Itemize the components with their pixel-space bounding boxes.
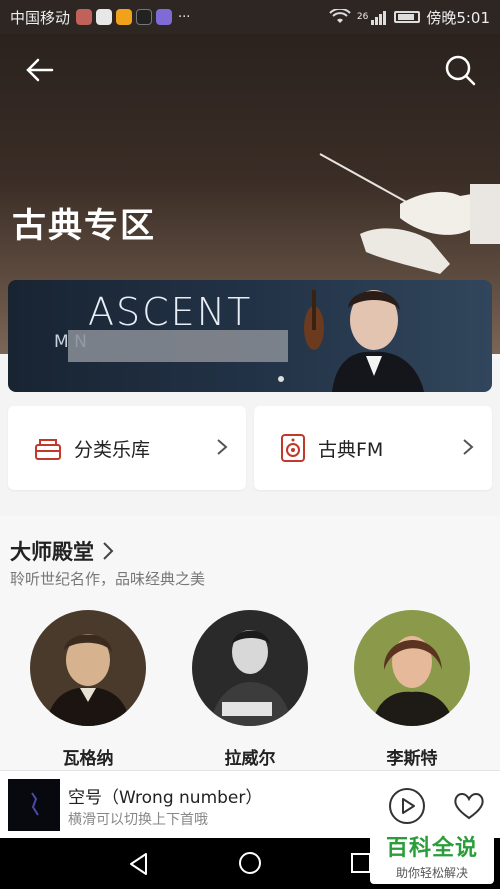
watermark-subtitle: 助你轻松解决 bbox=[395, 866, 468, 880]
master-name: 拉威尔 bbox=[224, 749, 276, 769]
section-title-text: 大师殿堂 bbox=[10, 540, 94, 564]
heart-icon[interactable] bbox=[452, 789, 486, 823]
album-banner[interactable]: ASCENT M N bbox=[8, 280, 492, 392]
watermark: 百科全说 助你轻松解决 bbox=[370, 826, 494, 884]
album-cover-art bbox=[31, 792, 39, 816]
category-library-button[interactable]: 分类乐库 bbox=[8, 406, 246, 490]
battery-icon bbox=[394, 11, 421, 23]
nav-home-icon[interactable] bbox=[237, 850, 263, 876]
page-title: 古典专区 bbox=[12, 206, 156, 246]
back-arrow-icon[interactable] bbox=[22, 52, 58, 88]
master-name: 瓦格纳 bbox=[62, 749, 114, 769]
map-notification-icon bbox=[96, 9, 113, 25]
category-library-label: 分类乐库 bbox=[74, 438, 151, 461]
ravel-portrait bbox=[192, 610, 308, 726]
banner-title: ASCENT bbox=[88, 290, 253, 334]
clock: 傍晚5:01 bbox=[426, 8, 490, 27]
violinist-photo bbox=[304, 290, 424, 392]
chevron-right-icon bbox=[463, 439, 474, 455]
carousel-indicator bbox=[278, 376, 284, 382]
app-notification-icon bbox=[76, 9, 93, 25]
master-card-ravel[interactable]: 拉威尔 bbox=[192, 610, 308, 769]
more-notifications-icon: ··· bbox=[178, 9, 191, 25]
liszt-portrait bbox=[354, 610, 470, 726]
masters-section: 大师殿堂 聆听世纪名作，品味经典之美 瓦格纳 拉威尔 李斯特 bbox=[0, 516, 500, 776]
conductor-hands-illustration bbox=[319, 153, 500, 274]
speaker-icon bbox=[281, 434, 305, 462]
banner-redacted-area bbox=[178, 330, 238, 362]
chevron-right-icon bbox=[217, 439, 228, 455]
signal-icon bbox=[371, 11, 387, 25]
status-bar: 中国移动 ··· 26 傍晚5:01 bbox=[0, 0, 500, 34]
carrier-label: 中国移动 bbox=[10, 8, 71, 27]
watermark-title: 百科全说 bbox=[385, 836, 478, 861]
search-icon[interactable] bbox=[442, 52, 478, 88]
master-card-liszt[interactable]: 李斯特 bbox=[354, 610, 470, 769]
masters-section-subtitle: 聆听世纪名作，品味经典之美 bbox=[10, 570, 206, 588]
song-title: 空号（Wrong number） bbox=[68, 788, 263, 808]
master-name: 李斯特 bbox=[386, 749, 438, 769]
chevron-right-icon bbox=[103, 542, 114, 560]
nav-recent-apps-icon[interactable] bbox=[350, 852, 372, 874]
wagner-portrait bbox=[30, 610, 146, 726]
nav-back-icon[interactable] bbox=[126, 851, 152, 877]
classical-fm-label: 古典FM bbox=[318, 438, 384, 461]
masters-section-title[interactable]: 大师殿堂 bbox=[10, 536, 114, 566]
wifi-icon bbox=[329, 9, 351, 23]
notification-icons bbox=[76, 9, 173, 25]
swipe-hint: 横滑可以切换上下首哦 bbox=[68, 812, 208, 828]
play-icon[interactable] bbox=[388, 787, 426, 825]
network-type-label: 26 bbox=[356, 12, 369, 22]
tiktok-notification-icon bbox=[136, 9, 153, 25]
master-card-wagner[interactable]: 瓦格纳 bbox=[30, 610, 146, 769]
classical-fm-button[interactable]: 古典FM bbox=[254, 406, 492, 490]
library-icon bbox=[35, 439, 61, 460]
app-notification-icon bbox=[116, 9, 133, 25]
album-cover[interactable] bbox=[8, 779, 60, 831]
app-notification-icon bbox=[156, 9, 173, 25]
